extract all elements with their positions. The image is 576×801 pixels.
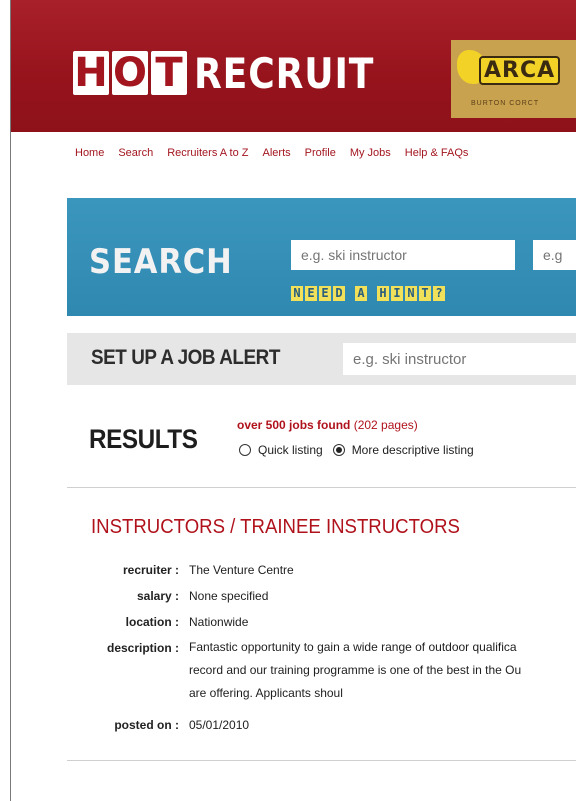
hint-letter-tile: E [319,286,331,301]
hint-space [347,286,353,301]
hint-letter-tile: I [391,286,403,301]
logo-letter-h: H [73,50,109,96]
search-keyword-input[interactable] [291,240,515,270]
salary-value: None specified [189,589,269,603]
hint-letter-tile: N [291,286,303,301]
description-line: record and our training programme is one… [189,663,522,677]
search-heading: SEARCH [89,242,233,282]
logo-text-recruit: RECRUIT [194,48,375,98]
hint-letter-tile: D [333,286,345,301]
location-label: location : [125,615,179,629]
results-count-text: over 500 jobs found [237,418,351,432]
recruiter-label: recruiter : [122,563,179,577]
descriptive-listing-label[interactable]: More descriptive listing [352,443,474,457]
job-alert-input[interactable] [343,343,576,375]
location-value: Nationwide [189,615,249,629]
nav-alerts[interactable]: Alerts [263,147,291,159]
hint-letter-tile: H [377,286,389,301]
descriptive-listing-radio[interactable] [332,444,345,456]
description-label: description : [106,641,179,655]
browser-page: H O T RECRUIT ARCA BURTON CORCT Home Sea… [10,0,576,801]
quick-listing-radio[interactable] [239,444,251,456]
nav-home[interactable]: Home [75,147,104,159]
results-divider-bottom [67,760,576,761]
nav-search[interactable]: Search [118,147,153,159]
description-line: are offering. Applicants shoul [189,686,343,700]
hint-letter-tile: A [355,286,367,301]
nav-help-faqs[interactable]: Help & FAQs [405,147,469,159]
logo-letter-o: O [112,50,148,96]
recruiter-value[interactable]: The Venture Centre [189,563,294,577]
hint-letter-tile: N [405,286,417,301]
hint-space [369,286,375,301]
sponsor-subtitle: BURTON CORCT [471,100,540,107]
nav-recruiters-a-to-z[interactable]: Recruiters A to Z [167,147,248,159]
hint-letter-tile: T [419,286,431,301]
results-heading: RESULTS [89,424,198,454]
job-alert-panel: SET UP A JOB ALERT [67,333,576,385]
posted-value: 05/01/2010 [189,718,250,732]
search-location-input[interactable] [533,240,576,270]
hint-letter-tile: ? [433,286,445,301]
main-nav: Home Search Recruiters A to Z Alerts Pro… [75,147,482,159]
job-title-link[interactable]: INSTRUCTORS / TRAINEE INSTRUCTORS [91,516,460,539]
sponsor-title: ARCA [479,56,561,85]
results-divider-top [67,487,576,488]
quick-listing-label[interactable]: Quick listing [258,443,323,457]
results-count: over 500 jobs found (202 pages) [237,418,418,432]
nav-my-jobs[interactable]: My Jobs [350,147,391,159]
need-a-hint-link[interactable]: N E E D A H I N T? [291,286,445,301]
listing-options: Quick listing More descriptive listing [239,443,474,457]
nav-profile[interactable]: Profile [305,147,336,159]
search-panel: SEARCH NEEDAHINT? [67,198,576,316]
sponsor-banner[interactable]: ARCA BURTON CORCT [451,40,576,118]
logo-letter-t: T [151,50,187,96]
description-text: Fantastic opportunity to gain a wide ran… [189,636,521,705]
job-alert-heading: SET UP A JOB ALERT [91,346,280,369]
hint-letter-tile: E [305,286,317,301]
site-header: H O T RECRUIT ARCA BURTON CORCT [11,0,576,132]
posted-label: posted on : [114,718,179,732]
results-pages-link[interactable]: (202 pages) [354,418,418,432]
description-line: Fantastic opportunity to gain a wide ran… [189,640,517,654]
hotrecruit-logo[interactable]: H O T RECRUIT [73,48,404,98]
salary-label: salary : [136,589,179,603]
